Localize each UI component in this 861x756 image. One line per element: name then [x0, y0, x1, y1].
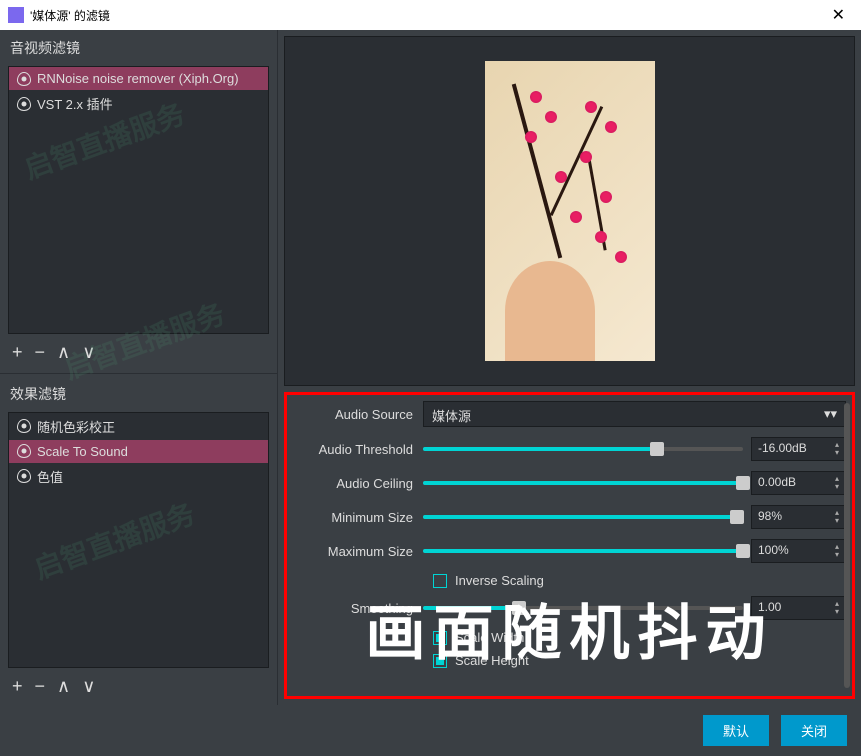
audio-threshold-slider[interactable] [423, 447, 743, 451]
window-close-button[interactable]: ✕ [824, 5, 853, 25]
step-down-icon[interactable]: ▾ [835, 608, 839, 616]
filter-label: VST 2.x 插件 [37, 94, 113, 113]
bottom-bar: 默认 关闭 [0, 705, 861, 756]
audio-threshold-label: Audio Threshold [293, 442, 423, 457]
audio-source-select[interactable]: 媒体源▾ [423, 401, 846, 427]
step-down-icon[interactable]: ▾ [835, 449, 839, 457]
max-size-value[interactable]: 100% ▴▾ [751, 539, 846, 563]
filter-label: 色值 [37, 467, 63, 486]
audio-threshold-value[interactable]: -16.00dB ▴▾ [751, 437, 846, 461]
audio-ceiling-slider[interactable] [423, 481, 743, 485]
remove-icon[interactable]: − [35, 342, 46, 363]
av-filter-item[interactable]: VST 2.x 插件 [9, 90, 268, 117]
filter-label: Scale To Sound [37, 444, 128, 459]
effect-filters-toolbar: + − ∧ ∨ [0, 668, 277, 705]
move-up-icon[interactable]: ∧ [57, 342, 70, 363]
right-panel: Audio Source 媒体源▾ Audio Threshold -16.00… [278, 30, 861, 705]
smoothing-slider[interactable] [423, 606, 743, 610]
close-button[interactable]: 关闭 [781, 715, 847, 746]
av-filter-item[interactable]: RNNoise noise remover (Xiph.Org) [9, 67, 268, 90]
inverse-scaling-label: Inverse Scaling [455, 573, 544, 588]
move-down-icon[interactable]: ∨ [82, 676, 95, 697]
smoothing-value[interactable]: 1.00 ▴▾ [751, 596, 846, 620]
scale-width-checkbox[interactable] [433, 631, 447, 645]
left-panel: 音视频滤镜 RNNoise noise remover (Xiph.Org) V… [0, 30, 278, 705]
step-down-icon[interactable]: ▾ [835, 551, 839, 559]
min-size-slider[interactable] [423, 515, 743, 519]
effect-filters-list[interactable]: 随机色彩校正 Scale To Sound 色值 [8, 412, 269, 668]
add-icon[interactable]: + [12, 342, 23, 363]
effect-filter-item[interactable]: 色值 [9, 463, 268, 490]
window-title: '媒体源' 的滤镜 [30, 7, 110, 24]
inverse-scaling-checkbox[interactable] [433, 574, 447, 588]
move-down-icon[interactable]: ∨ [82, 342, 95, 363]
hand-in-preview [505, 261, 595, 361]
scale-width-label: Scale Width [455, 630, 524, 645]
visibility-icon[interactable] [17, 444, 31, 458]
step-down-icon[interactable]: ▾ [835, 483, 839, 491]
move-up-icon[interactable]: ∧ [57, 676, 70, 697]
visibility-icon[interactable] [17, 469, 31, 483]
visibility-icon[interactable] [17, 72, 31, 86]
max-size-slider[interactable] [423, 549, 743, 553]
effect-filter-item[interactable]: Scale To Sound [9, 440, 268, 463]
filter-label: 随机色彩校正 [37, 417, 115, 436]
app-icon [8, 7, 24, 23]
min-size-value[interactable]: 98% ▴▾ [751, 505, 846, 529]
av-filters-list[interactable]: RNNoise noise remover (Xiph.Org) VST 2.x… [8, 66, 269, 334]
scrollbar[interactable] [844, 403, 850, 688]
av-filters-header: 音视频滤镜 [0, 30, 277, 66]
preview-area [284, 36, 855, 386]
av-filters-toolbar: + − ∧ ∨ [0, 334, 277, 371]
add-icon[interactable]: + [12, 676, 23, 697]
titlebar: '媒体源' 的滤镜 ✕ [0, 0, 861, 30]
step-down-icon[interactable]: ▾ [835, 517, 839, 525]
filter-label: RNNoise noise remover (Xiph.Org) [37, 71, 239, 86]
remove-icon[interactable]: − [35, 676, 46, 697]
effect-filter-item[interactable]: 随机色彩校正 [9, 413, 268, 440]
effect-filters-header: 效果滤镜 [0, 376, 277, 412]
preview-image [485, 61, 655, 361]
properties-panel: Audio Source 媒体源▾ Audio Threshold -16.00… [284, 392, 855, 699]
visibility-icon[interactable] [17, 97, 31, 111]
scale-height-label: Scale Height [455, 653, 529, 668]
smoothing-label: Smoothing [293, 601, 423, 616]
audio-ceiling-value[interactable]: 0.00dB ▴▾ [751, 471, 846, 495]
visibility-icon[interactable] [17, 419, 31, 433]
max-size-label: Maximum Size [293, 544, 423, 559]
audio-ceiling-label: Audio Ceiling [293, 476, 423, 491]
audio-source-label: Audio Source [293, 407, 423, 422]
min-size-label: Minimum Size [293, 510, 423, 525]
default-button[interactable]: 默认 [703, 715, 769, 746]
scale-height-checkbox[interactable] [433, 654, 447, 668]
